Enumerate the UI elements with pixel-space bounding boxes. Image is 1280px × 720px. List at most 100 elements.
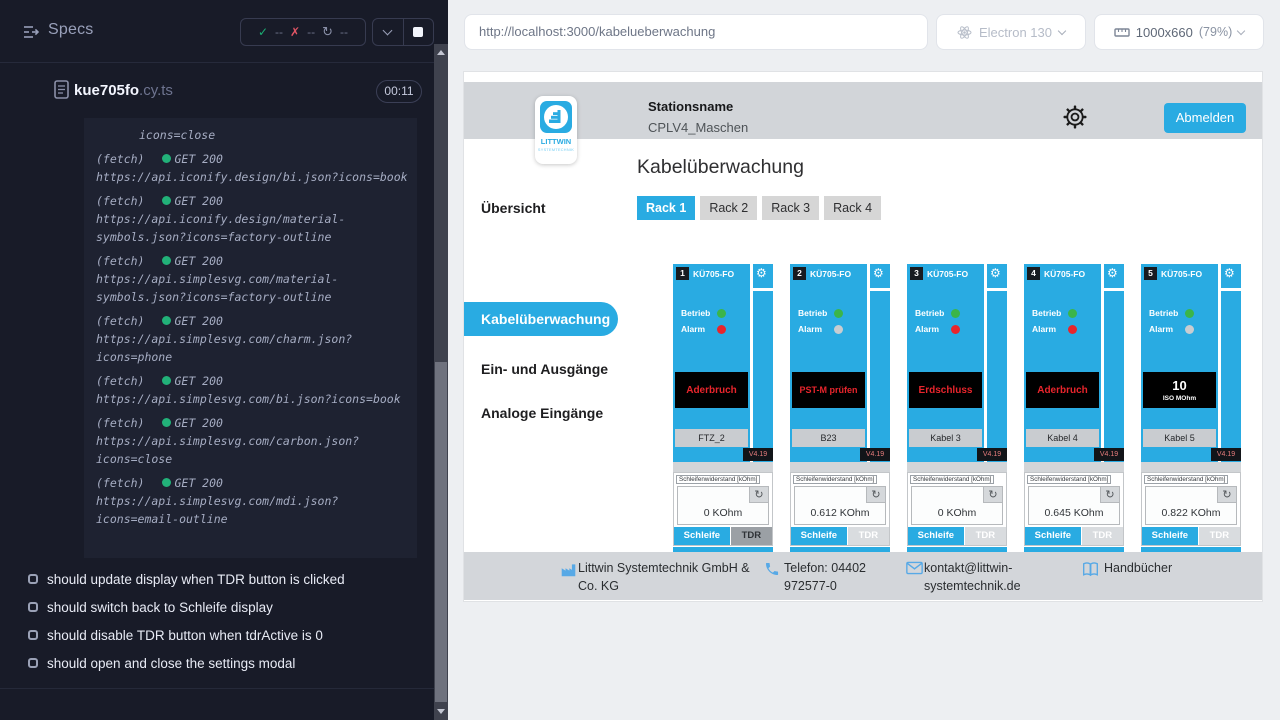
betrieb-led — [951, 309, 960, 318]
log-entry[interactable]: (fetch)GET 200 https://api.simplesvg.com… — [96, 474, 408, 528]
status-ok-dot — [162, 154, 171, 163]
url-bar[interactable]: http://localhost:3000/kabelueberwachung — [464, 14, 928, 50]
tdr-button[interactable]: TDR — [1082, 527, 1123, 545]
status-ok-dot — [162, 478, 171, 487]
tdr-button[interactable]: TDR — [731, 527, 772, 545]
measurement-label: Schleifenwiderstand [kOhm] — [793, 475, 877, 484]
iso-unit: ISO MOhm — [1163, 395, 1196, 402]
scrollbar-thumb[interactable] — [435, 362, 447, 702]
logo-subtext: SYSTEMTECHNIK — [535, 148, 577, 152]
status-display: Erdschluss — [909, 372, 982, 408]
test-title: should switch back to Schleife display — [47, 600, 273, 615]
card-settings-icon[interactable]: ⚙ — [1224, 266, 1235, 280]
tab-rack-2[interactable]: Rack 2 — [700, 196, 757, 220]
card-settings-icon[interactable]: ⚙ — [873, 266, 884, 280]
value-box: ↻ 0.612 KOhm — [794, 486, 886, 525]
log-entry[interactable]: (fetch)GET 200 https://api.simplesvg.com… — [96, 252, 408, 306]
value-box: ↻ 0 KOhm — [911, 486, 1003, 525]
value-box: ↻ 0.645 KOhm — [1028, 486, 1120, 525]
log-url: https://api.iconify.design/bi.json?icons… — [96, 168, 408, 186]
status-ok-dot — [162, 316, 171, 325]
scroll-down-arrow[interactable] — [437, 709, 445, 714]
log-entry[interactable]: (fetch)GET 200 https://api.iconify.desig… — [96, 150, 408, 186]
status-display: Aderbruch — [675, 372, 748, 408]
refresh-icon[interactable]: ↻ — [866, 487, 885, 503]
manuals-link[interactable]: Handbücher — [1104, 559, 1172, 577]
spec-duration-badge: 00:11 — [376, 80, 422, 103]
test-stats: ✓ -- ✗ -- ↻ -- — [240, 18, 366, 46]
schleife-button[interactable]: Schleife — [674, 527, 730, 545]
card-settings-icon[interactable]: ⚙ — [756, 266, 767, 280]
resistance-value: 0.822 KOhm — [1146, 507, 1236, 519]
schleife-button[interactable]: Schleife — [1142, 527, 1198, 545]
spec-row[interactable]: kue705fo.cy.ts 00:11 — [0, 63, 434, 118]
schleife-button[interactable]: Schleife — [908, 527, 964, 545]
device-model: KÜ705-FO — [693, 269, 734, 279]
stop-icon — [413, 27, 423, 37]
settings-gear-icon[interactable] — [1062, 104, 1088, 130]
logo-text: LITTWIN — [535, 137, 577, 146]
refresh-icon[interactable]: ↻ — [1100, 487, 1119, 503]
sidebar-item-kabelueberwachung[interactable]: Kabelüberwachung — [464, 302, 618, 336]
runner-scrollbar[interactable] — [434, 44, 448, 720]
sidebar-item-analoge-eingaenge[interactable]: Analoge Eingänge — [481, 405, 603, 421]
tdr-button[interactable]: TDR — [965, 527, 1006, 545]
measurement-label: Schleifenwiderstand [kOhm] — [910, 475, 994, 484]
status-ok-dot — [162, 418, 171, 427]
status-display: 10 ISO MOhm — [1143, 372, 1216, 408]
test-item[interactable]: should update display when TDR button is… — [0, 566, 434, 594]
test-item[interactable]: should disable TDR button when tdrActive… — [0, 622, 434, 650]
cable-name: B23 — [792, 429, 865, 447]
status-display: PST-M prüfen — [792, 372, 865, 408]
specs-menu-icon[interactable] — [22, 23, 40, 41]
refresh-icon[interactable]: ↻ — [1217, 487, 1236, 503]
log-entry[interactable]: (fetch)GET 200 https://api.simplesvg.com… — [96, 312, 408, 366]
app-footer: Littwin Systemtechnik GmbH & Co. KG Tele… — [464, 552, 1262, 600]
failed-count: -- — [307, 25, 315, 39]
log-entry[interactable]: (fetch)GET 200 https://api.simplesvg.com… — [96, 414, 408, 468]
logout-button[interactable]: Abmelden — [1164, 103, 1246, 133]
collapse-button[interactable] — [373, 19, 403, 45]
schleife-button[interactable]: Schleife — [1025, 527, 1081, 545]
pending-test-list: should update display when TDR button is… — [0, 566, 434, 689]
company-name: Littwin Systemtechnik GmbH & Co. KG — [578, 559, 762, 595]
firmware-version: V4.19 — [1094, 448, 1124, 461]
device-card-1: 1 KÜ705-FO Betrieb Alarm Aderbruch FTZ_2… — [673, 264, 773, 552]
scroll-up-arrow[interactable] — [437, 50, 445, 55]
tab-rack-4[interactable]: Rack 4 — [824, 196, 881, 220]
device-card-4: 4 KÜ705-FO Betrieb Alarm Aderbruch Kabel… — [1024, 264, 1124, 552]
log-entry[interactable]: (fetch)GET 200 https://api.iconify.desig… — [96, 192, 408, 246]
test-box-icon — [28, 630, 38, 640]
tdr-button[interactable]: TDR — [848, 527, 889, 545]
viewport-selector[interactable]: 1000x660 (79%) — [1094, 14, 1264, 50]
card-settings-icon[interactable]: ⚙ — [990, 266, 1001, 280]
refresh-icon[interactable]: ↻ — [983, 487, 1002, 503]
stop-button[interactable] — [403, 19, 434, 45]
measurement-panel: Schleifenwiderstand [kOhm] ↻ 0.612 KOhm … — [790, 472, 890, 546]
test-item[interactable]: should open and close the settings modal — [0, 650, 434, 678]
tab-rack-3[interactable]: Rack 3 — [762, 196, 819, 220]
sidebar-item-uebersicht[interactable]: Übersicht — [481, 200, 546, 216]
log-entry[interactable]: (fetch)GET 200 https://api.simplesvg.com… — [96, 372, 408, 408]
refresh-icon[interactable]: ↻ — [749, 487, 768, 503]
test-item[interactable]: should switch back to Schleife display — [0, 594, 434, 622]
status-display: Aderbruch — [1026, 372, 1099, 408]
device-model: KÜ705-FO — [1044, 269, 1085, 279]
ruler-icon — [1114, 25, 1130, 39]
measurement-label: Schleifenwiderstand [kOhm] — [676, 475, 760, 484]
phone-number[interactable]: Telefon: 04402 972577-0 — [784, 559, 914, 595]
cypress-runner-pane: Specs ✓ -- ✗ -- ↻ -- kue705fo.cy.ts 00:1… — [0, 0, 448, 720]
tdr-button[interactable]: TDR — [1199, 527, 1240, 545]
sidebar-item-ein-und-ausgaenge[interactable]: Ein- und Ausgänge — [481, 361, 608, 377]
phone-icon — [764, 561, 780, 577]
card-settings-icon[interactable]: ⚙ — [1107, 266, 1118, 280]
runner-controls — [372, 18, 434, 46]
tab-rack-1[interactable]: Rack 1 — [637, 196, 695, 220]
passed-count: -- — [275, 25, 283, 39]
chevron-down-icon — [1237, 26, 1245, 34]
schleife-button[interactable]: Schleife — [791, 527, 847, 545]
email-address[interactable]: kontakt@littwin-systemtechnik.de — [924, 559, 1030, 595]
browser-selector[interactable]: Electron 130 — [936, 14, 1086, 50]
betrieb-led — [717, 309, 726, 318]
pending-icon: ↻ — [322, 25, 333, 40]
